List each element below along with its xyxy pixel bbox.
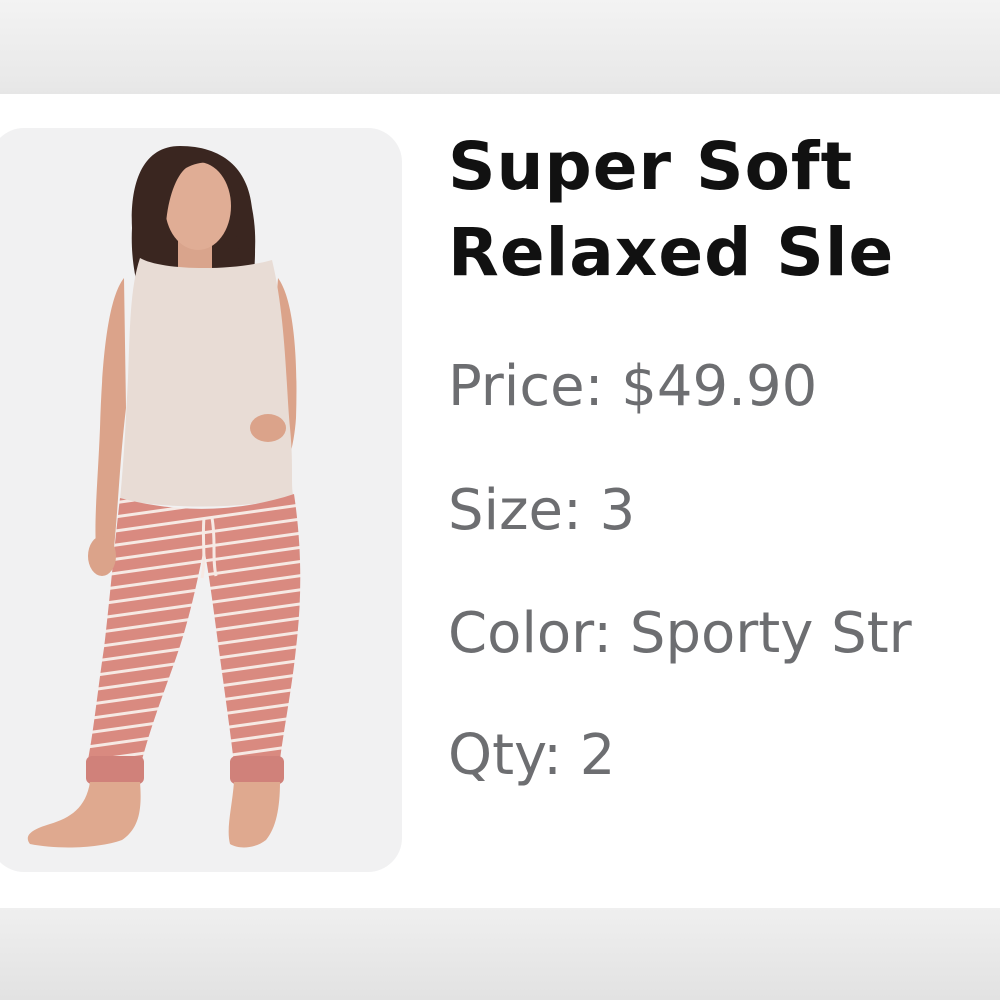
product-title[interactable]: Super Soft Relaxed Sle: [448, 124, 1000, 296]
size-row: Size: 3: [448, 476, 635, 546]
qty-row: Qty: 2: [448, 721, 615, 791]
price-row: Price: $49.90: [448, 352, 817, 422]
product-title-line-2: Relaxed Sle: [448, 214, 895, 291]
product-image[interactable]: [0, 128, 402, 872]
product-title-line-1: Super Soft: [448, 128, 854, 205]
color-row: Color: Sporty Str: [448, 599, 912, 669]
product-card[interactable]: Super Soft Relaxed Sle Price: $49.90 Siz…: [0, 94, 1000, 908]
size-label: Size:: [448, 478, 600, 543]
size-value: 3: [599, 478, 636, 543]
bottom-background-band: [0, 908, 1000, 1000]
product-details: Super Soft Relaxed Sle Price: $49.90 Siz…: [448, 124, 1000, 788]
qty-value: 2: [579, 723, 616, 788]
model-illustration: [27, 146, 301, 848]
color-value: Sporty Str: [629, 601, 912, 666]
price-value: $49.90: [621, 354, 818, 419]
qty-label: Qty:: [448, 723, 580, 788]
price-label: Price:: [448, 354, 622, 419]
screenshot-frame: Super Soft Relaxed Sle Price: $49.90 Siz…: [0, 0, 1000, 1000]
color-label: Color:: [448, 601, 630, 666]
